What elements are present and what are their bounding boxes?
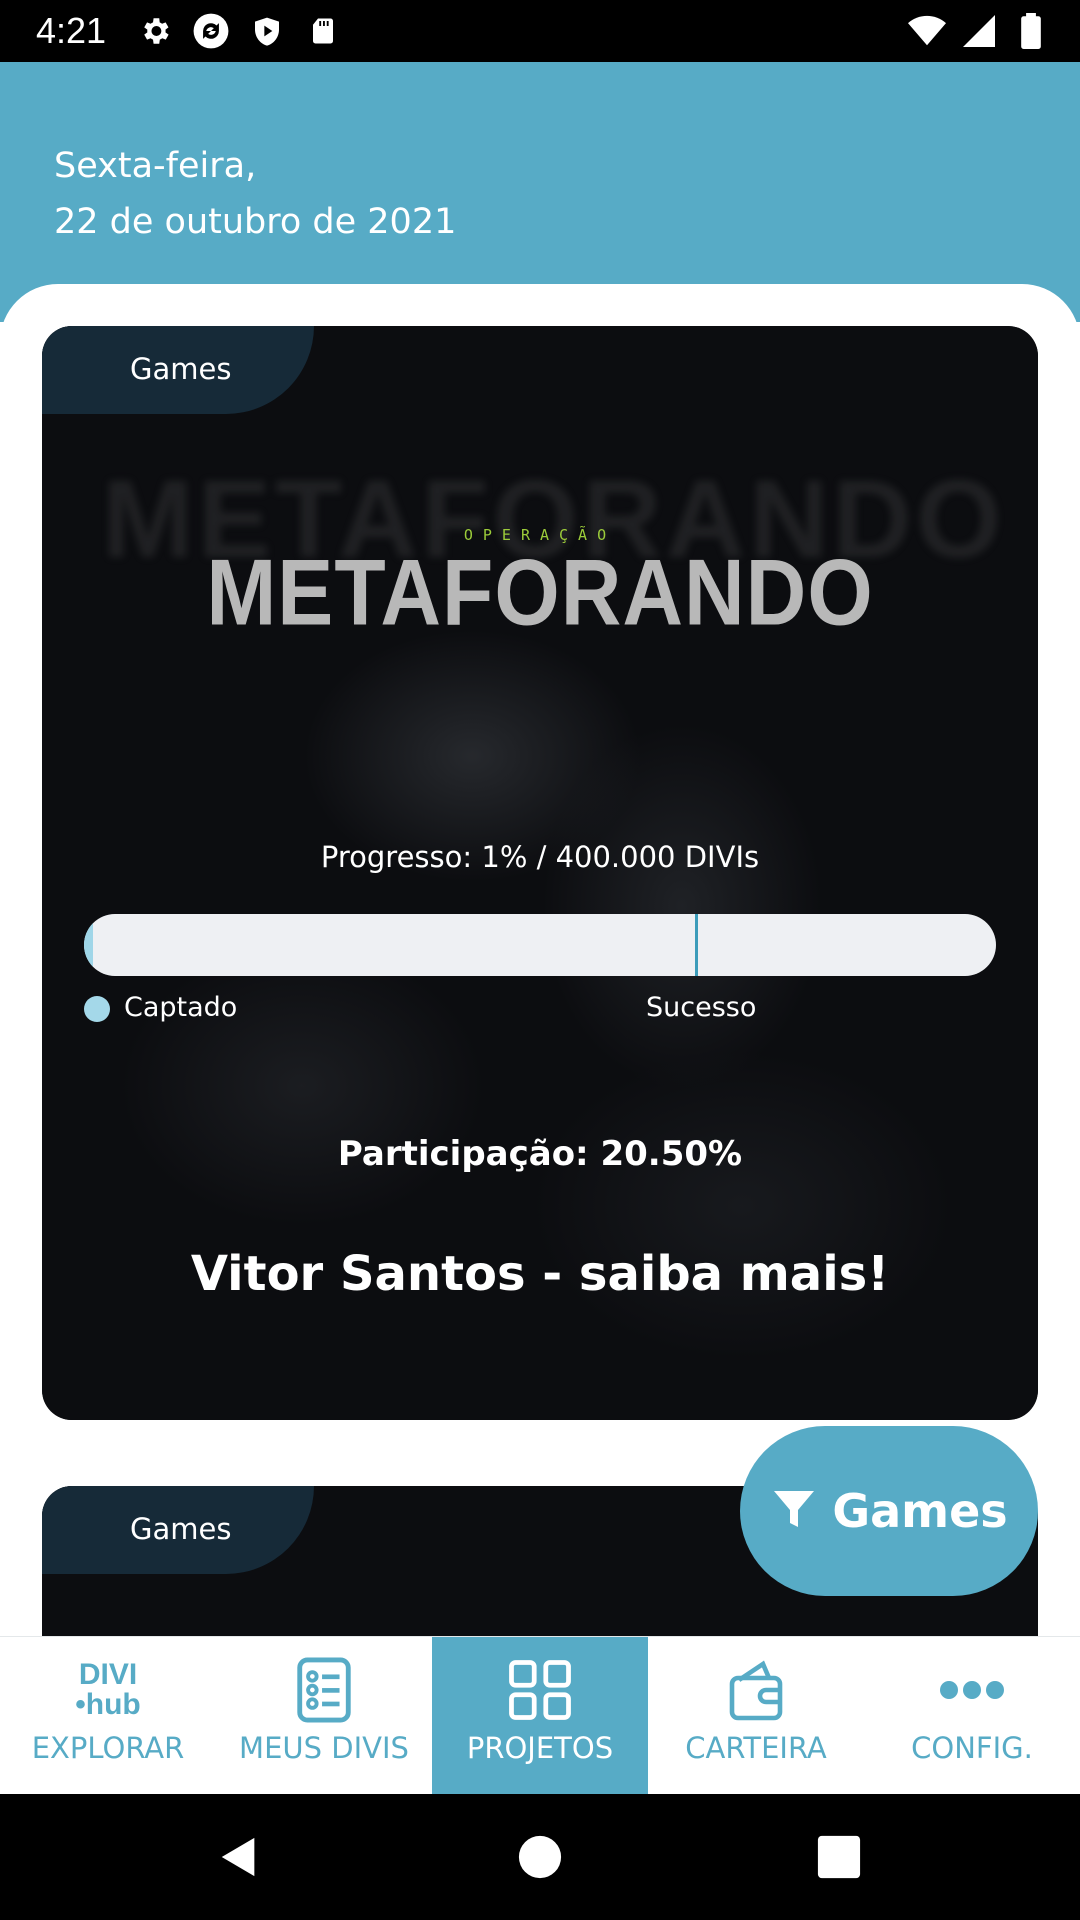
battery-icon [1012,12,1050,50]
recents-icon[interactable] [816,1834,862,1880]
filter-label: Games [832,1484,1008,1538]
status-bar: 4:21 [0,0,1080,62]
captado-legend-dot [84,996,110,1022]
back-icon[interactable] [216,1834,262,1880]
category-label: Games [130,1512,232,1546]
progress-bar [84,914,996,976]
system-navigation-bar [0,1794,1080,1920]
wallet-icon [729,1657,783,1723]
sync-icon [192,12,230,50]
home-icon[interactable] [517,1834,563,1880]
progress-label: Progresso: 1% / 400.000 DIVIs [320,840,760,874]
status-time: 4:21 [36,10,107,51]
filter-button[interactable]: Games [740,1426,1038,1596]
category-label: Games [130,352,232,386]
project-card[interactable]: METAFORANDO Games OPERAÇÃO METAFORANDO P… [42,326,1038,1420]
date-label: 22 de outubro de 2021 [54,202,457,242]
nav-label: CONFIG. [911,1731,1033,1765]
nav-explorar[interactable]: DIVI •hub EXPLORAR [0,1637,216,1795]
legend-captado: Captado [124,992,238,1023]
nav-projetos[interactable]: PROJETOS [432,1637,648,1795]
bottom-navigation: DIVI •hub EXPLORAR MEUS DIVIS PROJETOS C… [0,1636,1080,1795]
status-icons-left [136,12,342,50]
nav-meus-divis[interactable]: MEUS DIVIS [216,1637,432,1795]
list-icon [296,1657,352,1723]
nav-carteira[interactable]: CARTEIRA [648,1637,864,1795]
sd-card-icon [304,12,342,50]
weekday-label: Sexta-feira, [54,146,257,186]
progress-fill [84,914,94,976]
success-marker [695,914,699,976]
project-logo-title: METAFORANDO [206,539,874,645]
shield-icon [248,12,286,50]
nav-label: MEUS DIVIS [239,1731,409,1765]
nav-label: PROJETOS [466,1731,614,1765]
logo-top: DIVI [78,1658,138,1691]
participation-label: Participação: 20.50% [337,1134,743,1174]
logo-bottom: •hub [75,1688,141,1721]
divi-hub-logo: DIVI •hub [75,1657,140,1723]
nav-config[interactable]: CONFIG. [864,1637,1080,1795]
more-icon [939,1657,1005,1723]
nav-label: CARTEIRA [685,1731,827,1765]
gear-icon [136,12,174,50]
signal-icon [960,12,998,50]
status-icons-right [908,12,1050,50]
filter-icon [770,1484,818,1538]
wifi-icon [908,12,946,50]
header: Sexta-feira, 22 de outubro de 2021 [0,62,1080,322]
legend-sucesso: Sucesso [646,992,757,1023]
saiba-mais-link[interactable]: Vitor Santos - saiba mais! [42,1246,1038,1302]
nav-label: EXPLORAR [31,1731,185,1765]
grid-icon [509,1657,571,1723]
